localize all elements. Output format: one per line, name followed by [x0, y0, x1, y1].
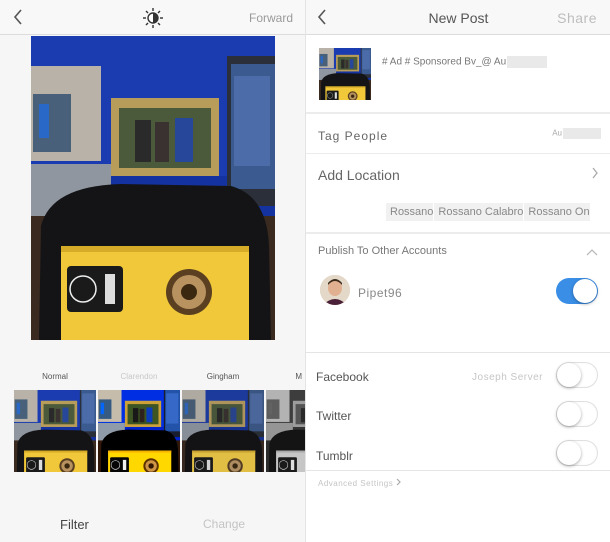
toggle-knob [557, 441, 581, 465]
photo-editor-screen: Forward Normal Clarendon Gingham M Filte… [0, 0, 305, 542]
tumblr-toggle[interactable] [556, 440, 598, 466]
filter-thumbnails [14, 390, 305, 472]
tab-change[interactable]: Change [203, 517, 245, 531]
account-row: Pipet96 [306, 272, 610, 310]
tab-filter[interactable]: Filter [60, 517, 89, 532]
facebook-account: Joseph Server [472, 372, 543, 383]
toggle-knob [573, 279, 597, 303]
account-toggle[interactable] [556, 278, 598, 304]
editor-bottom-tabs: Filter Change [0, 500, 305, 542]
forward-button[interactable]: Forward [249, 11, 293, 25]
divider [306, 352, 610, 353]
avatar [320, 275, 350, 305]
tag-people-row[interactable]: Tag People Au [306, 116, 610, 154]
facebook-toggle[interactable] [556, 362, 598, 388]
account-name: Pipet96 [358, 286, 403, 300]
tumblr-row: Tumblr [306, 435, 610, 473]
tumblr-label: Tumblr [316, 449, 353, 463]
filter-thumb-clarendon[interactable] [98, 390, 180, 472]
toggle-knob [557, 363, 581, 387]
chevron-up-icon[interactable] [586, 248, 598, 256]
filter-thumb-moon[interactable] [266, 390, 305, 472]
facebook-row: Facebook Joseph Server [306, 356, 610, 394]
new-post-screen: New Post Share # Ad # Sponsored Bv_@ Au … [305, 0, 610, 542]
location-chip[interactable]: Rossano On [524, 203, 590, 221]
caption-row: # Ad # Sponsored Bv_@ Au [306, 36, 610, 114]
filter-label-moon[interactable]: M [262, 372, 302, 381]
back-button[interactable] [10, 7, 26, 27]
caption-text: # Ad # Sponsored Bv_@ Au [382, 56, 507, 68]
filter-label-normal[interactable]: Normal [13, 372, 97, 381]
brightness-button[interactable] [142, 7, 164, 29]
new-post-header: New Post Share [306, 0, 610, 35]
add-location-row[interactable]: Add Location [306, 155, 610, 193]
twitter-toggle[interactable] [556, 401, 598, 427]
location-chip[interactable]: Rossano [386, 203, 434, 221]
share-button[interactable]: Share [557, 10, 597, 26]
add-location-label: Add Location [318, 167, 400, 183]
toggle-knob [557, 402, 581, 426]
photo-preview [31, 36, 275, 340]
location-suggestions: Rossano Rossano Calabro Rossano On [386, 203, 591, 221]
location-chip[interactable]: Rossano Calabro [434, 203, 524, 221]
brightness-icon [143, 8, 163, 28]
twitter-label: Twitter [316, 409, 352, 423]
filter-label-gingham[interactable]: Gingham [181, 372, 265, 381]
filter-labels: Normal Clarendon Gingham M [0, 372, 305, 386]
filter-thumb-normal[interactable] [14, 390, 96, 472]
divider [306, 232, 610, 234]
redacted-block [563, 128, 601, 139]
tag-people-value: Au [552, 128, 601, 139]
publish-section-title: Publish To Other Accounts [318, 245, 447, 257]
advanced-settings-link[interactable]: Advanced Settings [318, 478, 402, 488]
twitter-row: Twitter [306, 395, 610, 433]
filter-thumb-gingham[interactable] [182, 390, 264, 472]
editor-header: Forward [0, 0, 305, 35]
redacted-block [507, 56, 548, 68]
caption-input[interactable]: # Ad # Sponsored Bv_@ Au [382, 56, 548, 68]
filter-label-clarendon[interactable]: Clarendon [97, 372, 181, 381]
divider [306, 470, 610, 471]
chevron-right-icon [592, 167, 598, 179]
post-thumbnail [319, 48, 371, 100]
chevron-right-icon [396, 478, 401, 486]
tag-people-label: Tag People [318, 129, 389, 143]
chevron-left-icon [13, 9, 22, 25]
facebook-label: Facebook [316, 370, 369, 384]
